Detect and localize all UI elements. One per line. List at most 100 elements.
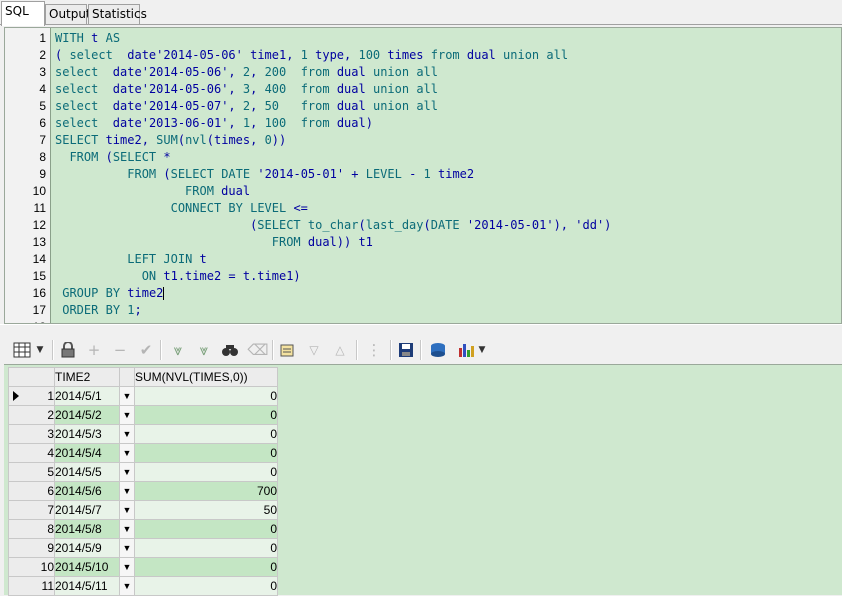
code-line[interactable]: 5 select date'2014-05-07', 2, 50 from dua…: [5, 98, 841, 115]
cell-dropdown-icon[interactable]: ▼: [119, 519, 135, 539]
cell-sum[interactable]: 0: [134, 405, 278, 425]
cell-sum[interactable]: 0: [134, 424, 278, 444]
cell-time2[interactable]: 2014/5/5: [54, 462, 120, 482]
line-number: 4: [39, 82, 46, 96]
cell-dropdown-icon[interactable]: ▼: [119, 481, 135, 501]
code-line[interactable]: 10 FROM dual: [5, 183, 841, 200]
code-line[interactable]: 8 FROM (SELECT *: [5, 149, 841, 166]
code-line[interactable]: 11 CONNECT BY LEVEL <=: [5, 200, 841, 217]
code-line[interactable]: 2 ( select date'2014-05-06' time1, 1 type…: [5, 47, 841, 64]
chart-icon[interactable]: [456, 340, 476, 360]
clear-icon[interactable]: ⌫: [247, 340, 268, 360]
code-line[interactable]: 7 SELECT time2, SUM(nvl(times, 0)): [5, 132, 841, 149]
code-line[interactable]: 3 select date'2014-05-06', 2, 200 from du…: [5, 64, 841, 81]
table-row[interactable]: 5 2014/5/5 ▼ 0: [8, 462, 278, 482]
sql-editor[interactable]: 1 WITH t AS 2 ( select date'2014-05-06' tim…: [4, 27, 842, 324]
cell-sum[interactable]: 0: [134, 443, 278, 463]
table-row[interactable]: 3 2014/5/3 ▼ 0: [8, 424, 278, 444]
cell-sum[interactable]: 0: [134, 557, 278, 577]
cell-sum[interactable]: 0: [134, 386, 278, 406]
cell-dropdown-icon[interactable]: ▼: [119, 386, 135, 406]
cell-dropdown-icon[interactable]: ▼: [119, 500, 135, 520]
cell-time2[interactable]: 2014/5/4: [54, 443, 120, 463]
save-icon[interactable]: [396, 340, 416, 360]
cell-sum[interactable]: 0: [134, 462, 278, 482]
cell-dropdown-icon[interactable]: ▼: [119, 405, 135, 425]
tab-statistics[interactable]: Statistics: [88, 4, 147, 24]
cell-sum[interactable]: 0: [134, 576, 278, 596]
export-icon[interactable]: [428, 340, 448, 360]
filter-icon[interactable]: ⋮: [364, 340, 384, 360]
code-line[interactable]: 16 GROUP BY time2: [5, 285, 841, 302]
row-number[interactable]: 1: [8, 386, 55, 406]
code-line[interactable]: 4 select date'2014-05-06', 3, 400 from du…: [5, 81, 841, 98]
row-number[interactable]: 5: [8, 462, 55, 482]
fetch-last-icon[interactable]: ⩔: [194, 340, 214, 360]
table-row[interactable]: 9 2014/5/9 ▼ 0: [8, 538, 278, 558]
tab-sql[interactable]: SQL: [1, 1, 45, 26]
cell-time2[interactable]: 2014/5/9: [54, 538, 120, 558]
code-line[interactable]: 1 WITH t AS: [5, 30, 841, 47]
row-number[interactable]: 3: [8, 424, 55, 444]
table-row[interactable]: 10 2014/5/10 ▼ 0: [8, 557, 278, 577]
cell-sum[interactable]: 700: [134, 481, 278, 501]
fetch-next-icon[interactable]: ⩔: [168, 340, 188, 360]
find-icon[interactable]: [220, 340, 240, 360]
row-number[interactable]: 11: [8, 576, 55, 596]
code-line[interactable]: 9 FROM (SELECT DATE '2014-05-01' + LEVEL…: [5, 166, 841, 183]
cell-time2[interactable]: 2014/5/10: [54, 557, 120, 577]
cell-sum[interactable]: 0: [134, 538, 278, 558]
row-number[interactable]: 8: [8, 519, 55, 539]
splitter-handle[interactable]: [0, 324, 842, 333]
query-by-example-icon[interactable]: [278, 340, 298, 360]
column-header-time2[interactable]: TIME2: [54, 367, 120, 387]
dropdown-icon[interactable]: ▼: [34, 340, 46, 360]
grid-view-icon[interactable]: [12, 340, 32, 360]
cell-dropdown-icon[interactable]: ▼: [119, 576, 135, 596]
table-row[interactable]: 2 2014/5/2 ▼ 0: [8, 405, 278, 425]
table-row[interactable]: 4 2014/5/4 ▼ 0: [8, 443, 278, 463]
cell-dropdown-icon[interactable]: ▼: [119, 424, 135, 444]
delete-record-icon[interactable]: −: [110, 340, 130, 360]
tab-output[interactable]: Output: [45, 4, 91, 24]
row-number[interactable]: 2: [8, 405, 55, 425]
table-row[interactable]: 8 2014/5/8 ▼ 0: [8, 519, 278, 539]
code-line[interactable]: 17 ORDER BY 1;: [5, 302, 841, 319]
cell-time2[interactable]: 2014/5/3: [54, 424, 120, 444]
cell-sum[interactable]: 0: [134, 519, 278, 539]
column-header-sum[interactable]: SUM(NVL(TIMES,0)): [134, 367, 278, 387]
cell-sum[interactable]: 50: [134, 500, 278, 520]
row-number[interactable]: 4: [8, 443, 55, 463]
chart-dropdown-icon[interactable]: ▼: [476, 340, 488, 360]
code-line[interactable]: 14 LEFT JOIN t: [5, 251, 841, 268]
cell-time2[interactable]: 2014/5/2: [54, 405, 120, 425]
code-text: SELECT time2, SUM(nvl(times, 0)): [55, 133, 287, 147]
cell-time2[interactable]: 2014/5/7: [54, 500, 120, 520]
cell-time2[interactable]: 2014/5/6: [54, 481, 120, 501]
sort-ascending-icon[interactable]: △: [330, 340, 350, 360]
code-line[interactable]: 13 FROM dual)) t1: [5, 234, 841, 251]
lock-icon[interactable]: [58, 340, 78, 360]
table-row[interactable]: 6 2014/5/6 ▼ 700: [8, 481, 278, 501]
table-row[interactable]: 7 2014/5/7 ▼ 50: [8, 500, 278, 520]
cell-time2[interactable]: 2014/5/8: [54, 519, 120, 539]
cell-dropdown-icon[interactable]: ▼: [119, 462, 135, 482]
code-text: GROUP BY time2: [62, 286, 165, 300]
cell-dropdown-icon[interactable]: ▼: [119, 538, 135, 558]
add-record-icon[interactable]: +: [84, 340, 104, 360]
row-number[interactable]: 10: [8, 557, 55, 577]
cell-time2[interactable]: 2014/5/11: [54, 576, 120, 596]
code-line[interactable]: 12 (SELECT to_char(last_day(DATE '2014-0…: [5, 217, 841, 234]
table-row[interactable]: 1 2014/5/1 ▼ 0: [8, 386, 278, 406]
row-number[interactable]: 7: [8, 500, 55, 520]
row-number[interactable]: 6: [8, 481, 55, 501]
table-row[interactable]: 11 2014/5/11 ▼ 0: [8, 576, 278, 596]
sort-descending-icon[interactable]: ▽: [304, 340, 324, 360]
post-changes-icon[interactable]: ✔: [136, 340, 156, 360]
cell-dropdown-icon[interactable]: ▼: [119, 443, 135, 463]
cell-dropdown-icon[interactable]: ▼: [119, 557, 135, 577]
code-line[interactable]: 6 select date'2013-06-01', 1, 100 from du…: [5, 115, 841, 132]
code-line[interactable]: 15 ON t1.time2 = t.time1): [5, 268, 841, 285]
row-number[interactable]: 9: [8, 538, 55, 558]
cell-time2[interactable]: 2014/5/1: [54, 386, 120, 406]
